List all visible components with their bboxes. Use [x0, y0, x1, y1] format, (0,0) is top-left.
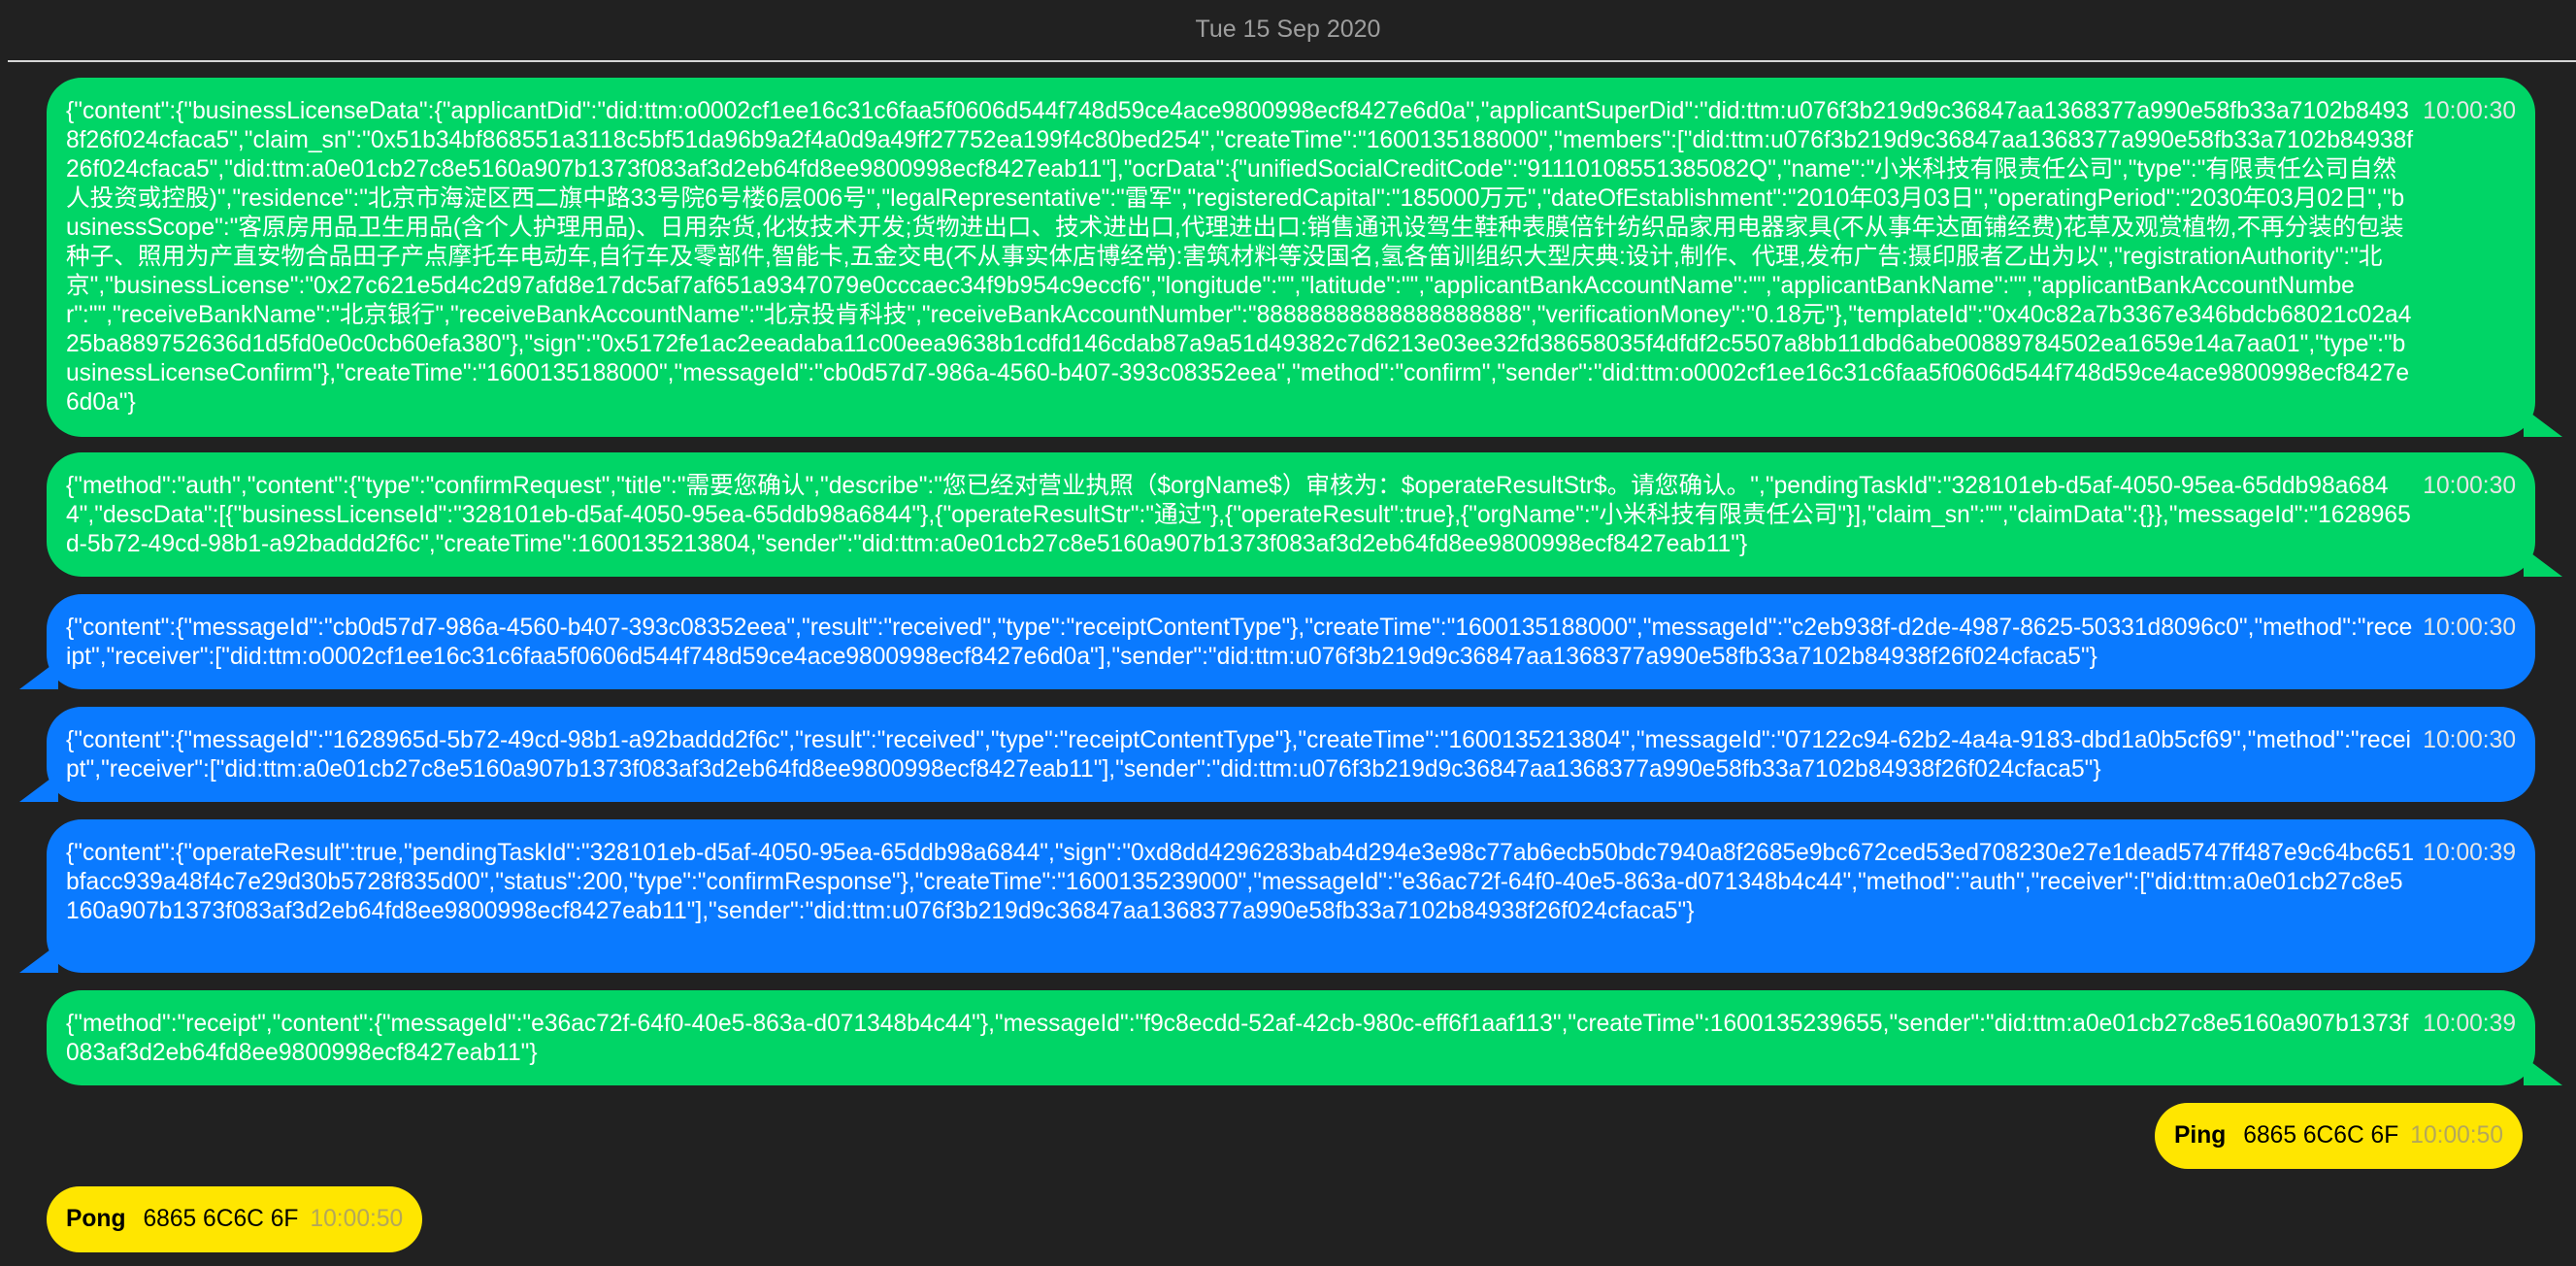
message-time: 10:00:30 — [2423, 473, 2516, 499]
date-header: Tue 15 Sep 2020 — [1195, 16, 1381, 43]
pong-time: 10:00:50 — [310, 1206, 404, 1232]
message-bubble-received[interactable]: {"content":{"operateResult":true,"pendin… — [47, 819, 2535, 973]
message-time: 10:00:30 — [2423, 615, 2516, 641]
message-time: 10:00:30 — [2423, 98, 2516, 124]
message-text: {"method":"auth","content":{"type":"conf… — [66, 473, 2411, 557]
ping-bubble[interactable]: Ping 6865 6C6C 6F 10:00:50 — [2155, 1103, 2523, 1169]
bubble-tail — [2524, 1056, 2562, 1085]
header-divider — [8, 60, 2576, 62]
message-bubble-received[interactable]: {"content":{"messageId":"1628965d-5b72-4… — [47, 707, 2535, 802]
bubble-tail — [19, 660, 58, 689]
message-text: {"content":{"businessLicenseData":{"appl… — [66, 98, 2414, 416]
pong-bubble[interactable]: Pong 6865 6C6C 6F 10:00:50 — [47, 1186, 423, 1252]
message-bubble-received[interactable]: {"content":{"messageId":"cb0d57d7-986a-4… — [47, 594, 2535, 689]
bubble-tail — [19, 944, 58, 973]
ping-time: 10:00:50 — [2410, 1122, 2503, 1149]
bubble-tail — [2524, 408, 2562, 437]
ping-label: Ping — [2174, 1122, 2227, 1149]
message-time: 10:00:39 — [2423, 840, 2516, 866]
message-text: {"content":{"messageId":"cb0d57d7-986a-4… — [66, 615, 2413, 670]
pong-label: Pong — [66, 1206, 126, 1232]
message-bubble-sent[interactable]: {"method":"auth","content":{"type":"conf… — [47, 452, 2535, 577]
message-bubble-sent[interactable]: {"content":{"businessLicenseData":{"appl… — [47, 78, 2535, 437]
ping-payload: 6865 6C6C 6F — [2243, 1122, 2399, 1149]
message-bubble-sent[interactable]: {"method":"receipt","content":{"messageI… — [47, 990, 2535, 1085]
pong-payload: 6865 6C6C 6F — [143, 1206, 299, 1232]
message-text: {"content":{"operateResult":true,"pendin… — [66, 840, 2415, 924]
message-text: {"method":"receipt","content":{"messageI… — [66, 1011, 2409, 1066]
bubble-tail — [19, 773, 58, 802]
message-time: 10:00:30 — [2423, 727, 2516, 753]
message-time: 10:00:39 — [2423, 1011, 2516, 1037]
bubble-tail — [2524, 548, 2562, 577]
message-text: {"content":{"messageId":"1628965d-5b72-4… — [66, 727, 2411, 783]
